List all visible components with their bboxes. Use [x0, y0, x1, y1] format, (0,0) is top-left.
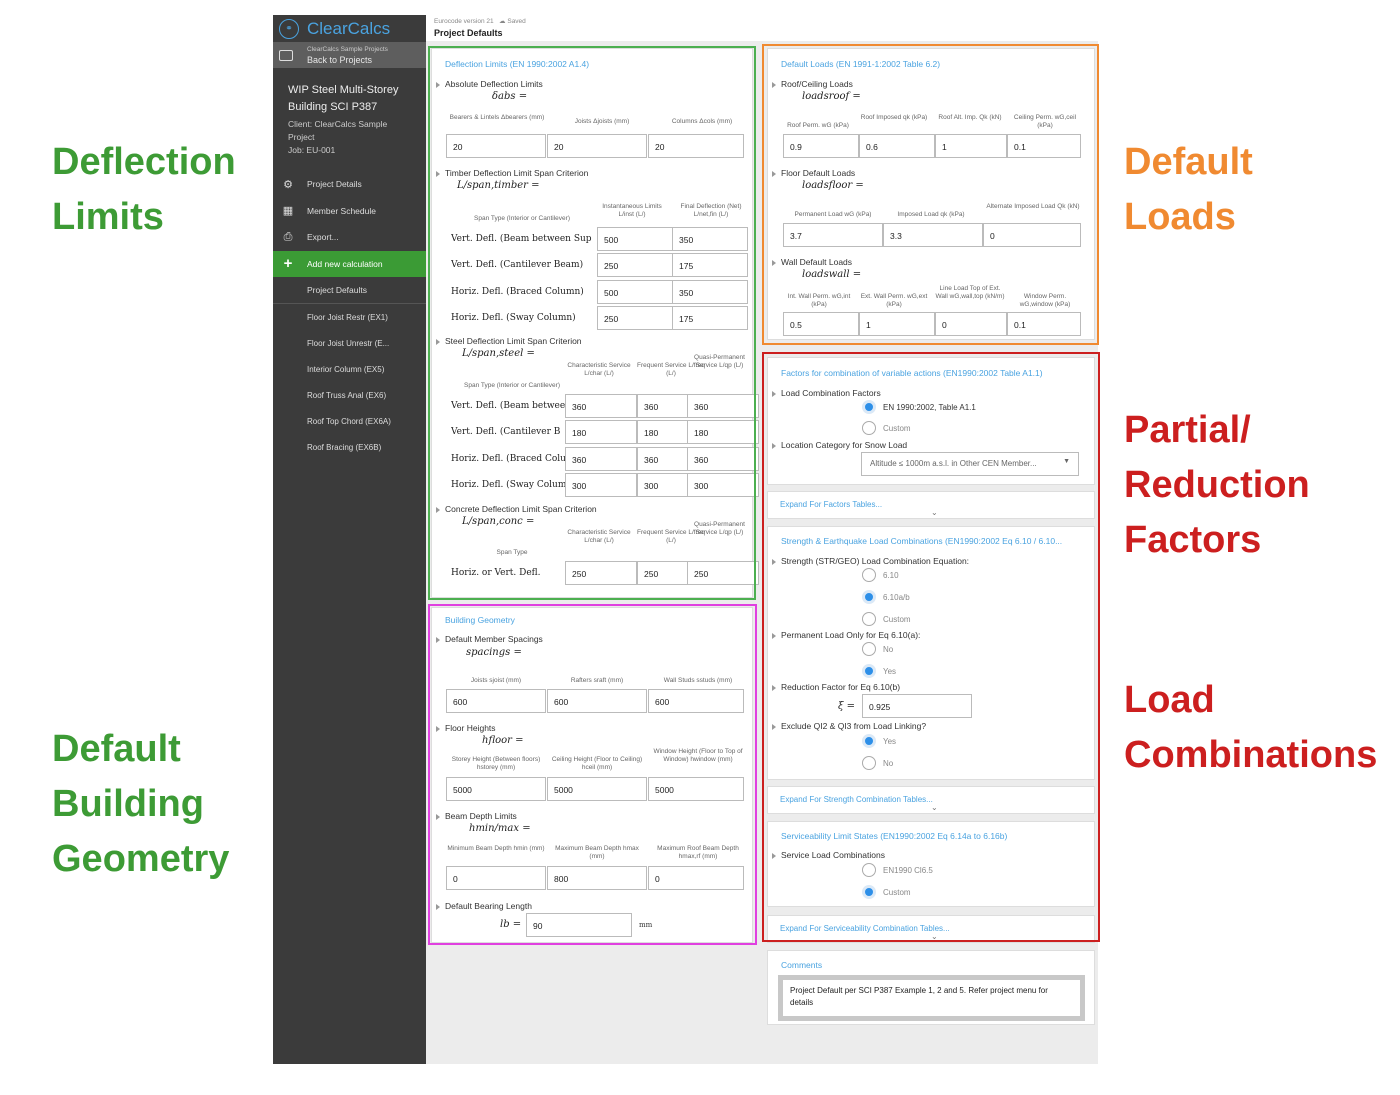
- project-info: WIP Steel Multi-Storey Building SCI P387…: [273, 68, 426, 157]
- section-title: Comments: [781, 960, 823, 970]
- calc-item[interactable]: Roof Truss Anal (EX6): [273, 383, 426, 409]
- nav-label: Add new calculation: [307, 258, 383, 269]
- nav-member-schedule[interactable]: ▦ Member Schedule: [273, 198, 426, 225]
- job-label: Job: EU-001: [288, 145, 336, 155]
- breadcrumb-version: Eurocode version 21: [434, 18, 494, 25]
- annotation-line: Loads: [1124, 196, 1236, 238]
- sidebar-header: ⚭ ClearCalcs: [273, 15, 426, 42]
- calc-item[interactable]: Floor Joist Unrestr (E...: [273, 331, 426, 357]
- annotation-line: Default: [1124, 141, 1253, 183]
- annotation-line: Load: [1124, 679, 1215, 721]
- calc-item[interactable]: Roof Top Chord (EX6A): [273, 409, 426, 435]
- gears-icon: ⚙: [283, 178, 293, 191]
- annotation-line: Reduction: [1124, 464, 1310, 506]
- annotation-load-combinations: Load Combinations: [1124, 673, 1377, 783]
- project-title: WIP Steel Multi-Storey: [288, 84, 399, 96]
- plus-icon: +: [283, 255, 293, 273]
- annotation-line: Default: [52, 728, 181, 770]
- back-small-label: ClearCalcs Sample Projects: [307, 46, 388, 53]
- nav-label: Project Details: [307, 179, 362, 190]
- nav-label: Project Defaults: [307, 284, 367, 295]
- saved-status: Saved: [507, 18, 526, 25]
- client-label-2: Project: [288, 132, 315, 142]
- back-label: Back to Projects: [307, 55, 373, 65]
- annotation-line: Partial/: [1124, 409, 1251, 451]
- sidebar: ⚭ ClearCalcs ClearCalcs Sample Projects …: [273, 15, 426, 1064]
- project-title-2: Building SCI P387: [288, 101, 378, 113]
- annotation-deflection-limits: Deflection Limits: [52, 135, 236, 245]
- calc-item[interactable]: Floor Joist Restr (EX1): [273, 305, 426, 331]
- client-label: Client: ClearCalcs Sample: [288, 119, 388, 129]
- nav-label: Member Schedule: [307, 205, 376, 216]
- calc-item[interactable]: Interior Column (EX5): [273, 357, 426, 383]
- calc-item[interactable]: Roof Bracing (EX6B): [273, 435, 426, 461]
- add-new-calculation-button[interactable]: + Add new calculation: [273, 250, 426, 277]
- saved-icon: ☁: [499, 18, 506, 25]
- nav-project-defaults[interactable]: Project Defaults: [273, 277, 426, 304]
- grid-icon: ▦: [282, 205, 294, 218]
- annotation-reduction-factors: Partial/ Reduction Factors: [1124, 403, 1310, 568]
- annotation-line: Deflection: [52, 141, 236, 183]
- annotation-default-loads: Default Loads: [1124, 135, 1253, 245]
- deflection-outline: [428, 46, 756, 600]
- brand-name: ClearCalcs: [307, 18, 391, 38]
- annotation-line: Limits: [52, 196, 164, 238]
- nav-label: Export...: [307, 232, 339, 243]
- annotation-building-geometry: Default Building Geometry: [52, 722, 229, 887]
- annotation-line: Factors: [1124, 519, 1262, 561]
- annotation-line: Geometry: [52, 838, 230, 880]
- printer-icon: ⎙: [283, 230, 293, 243]
- nav-export[interactable]: ⎙ Export...: [273, 224, 426, 251]
- comments-textarea[interactable]: Project Default per SCI P387 Example 1, …: [778, 975, 1085, 1021]
- annotation-line: Building: [52, 783, 204, 825]
- loads-outline: [762, 44, 1099, 345]
- geometry-outline: [428, 604, 757, 945]
- annotation-line: Combinations: [1124, 734, 1378, 776]
- factors-outline: [762, 352, 1100, 942]
- nav-project-details[interactable]: ⚙ Project Details: [273, 171, 426, 198]
- breadcrumb: Eurocode version 21 ☁ Saved Project Defa…: [426, 15, 1098, 41]
- page-title: Project Defaults: [434, 28, 503, 38]
- comments-panel: Comments Project Default per SCI P387 Ex…: [767, 950, 1095, 1025]
- back-to-projects-button[interactable]: ClearCalcs Sample Projects Back to Proje…: [273, 42, 426, 68]
- folder-icon: [279, 49, 293, 61]
- clearcalcs-logo-icon[interactable]: ⚭: [279, 18, 299, 39]
